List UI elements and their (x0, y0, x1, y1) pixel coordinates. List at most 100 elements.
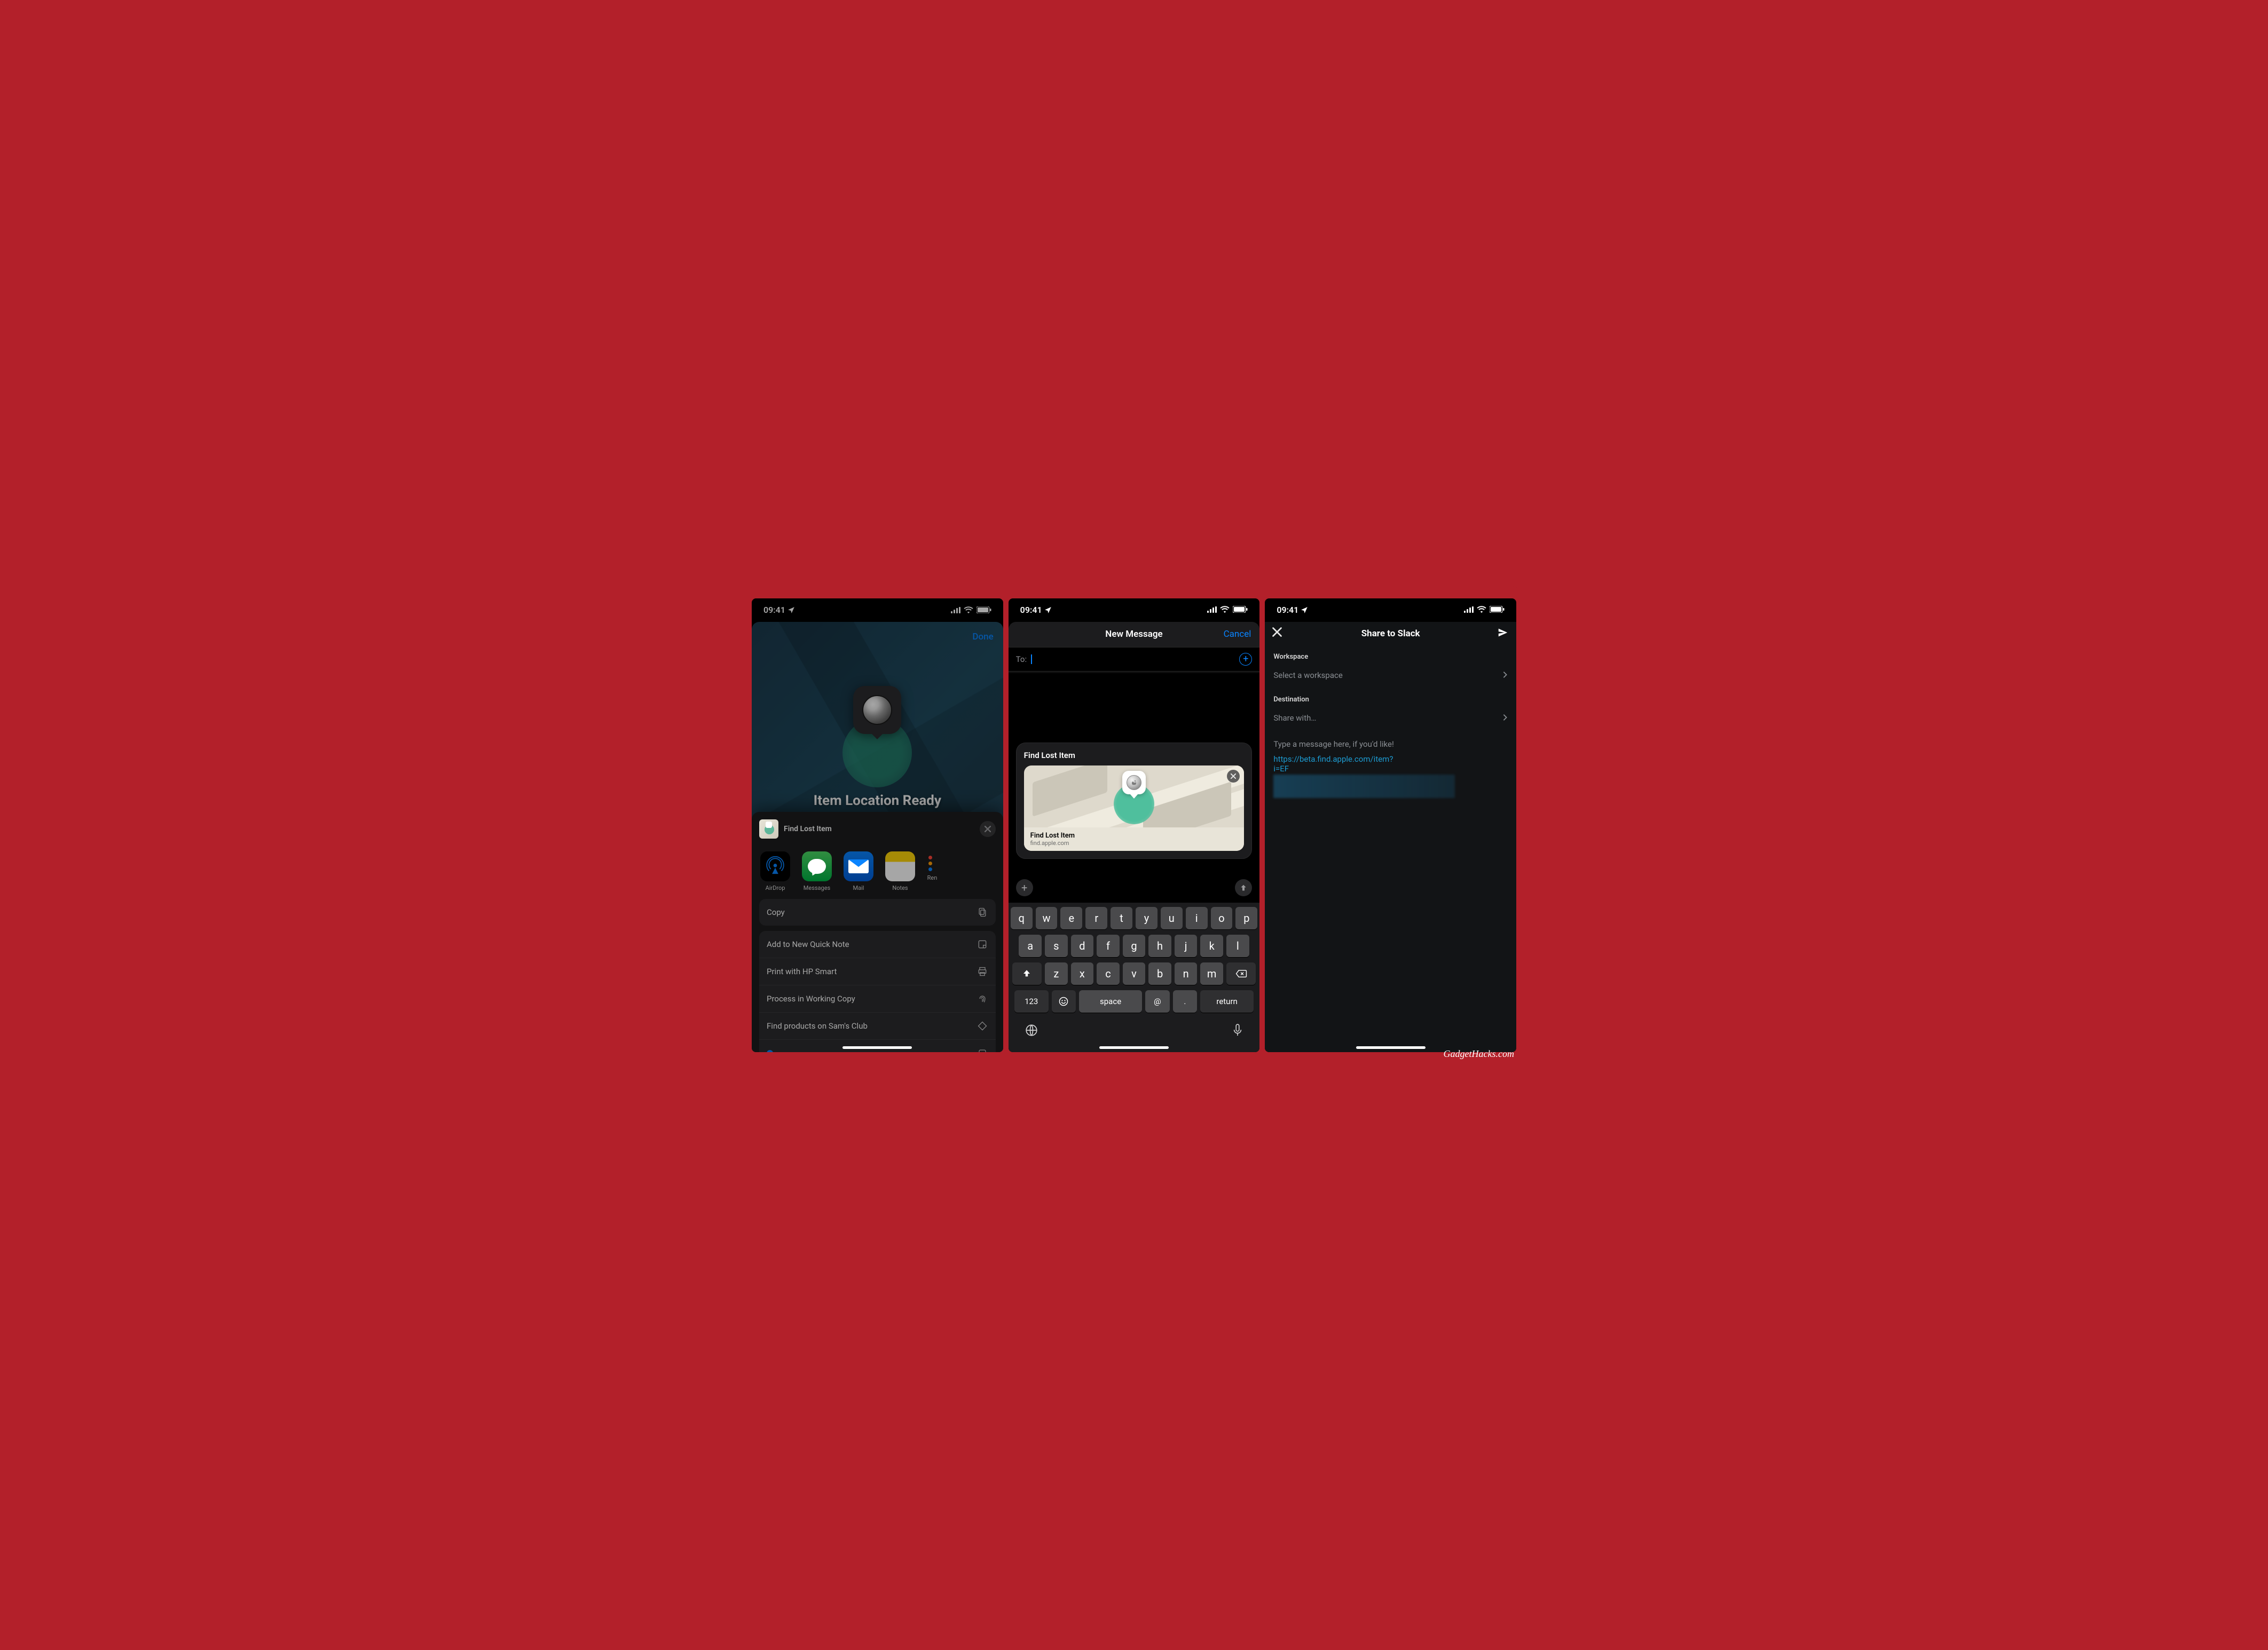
close-icon[interactable] (980, 821, 996, 837)
share-title: Find Lost Item (784, 825, 974, 833)
select-workspace-row[interactable]: Select a workspace (1265, 663, 1516, 688)
key-u[interactable]: u (1161, 907, 1183, 929)
message-placeholder: Type a message here, if you'd like! (1273, 739, 1508, 749)
page-title: Item Location Ready (752, 793, 1003, 809)
notes-icon (885, 851, 915, 881)
home-indicator[interactable] (1356, 1046, 1426, 1049)
key-w[interactable]: w (1036, 907, 1058, 929)
key-e[interactable]: e (1060, 907, 1082, 929)
cancel-button[interactable]: Cancel (1224, 629, 1251, 640)
text-cursor (1031, 654, 1032, 664)
at-key[interactable]: @ (1145, 990, 1169, 1013)
key-r[interactable]: r (1085, 907, 1107, 929)
phone-messages-compose: 09:41 New Message Cancel To: + Find (1009, 598, 1260, 1052)
key-g[interactable]: g (1123, 935, 1146, 957)
key-c[interactable]: c (1097, 962, 1120, 985)
print-action[interactable]: Print with HP Smart (759, 958, 996, 985)
airtag-pin (853, 686, 901, 734)
chevron-right-icon (1502, 713, 1508, 723)
key-n[interactable]: n (1175, 962, 1198, 985)
key-y[interactable]: y (1136, 907, 1157, 929)
emoji-key[interactable] (1052, 990, 1076, 1013)
mic-icon[interactable] (1232, 1023, 1243, 1039)
link-preview[interactable]: Find Lost Item find.apple.com (1024, 765, 1245, 851)
share-app-reminders[interactable]: Ren (926, 851, 939, 891)
airtag-icon (862, 695, 892, 725)
home-indicator[interactable] (842, 1046, 912, 1049)
share-sheet: Find Lost Item AirDrop Messages (752, 812, 1003, 1052)
share-actions: Copy Add to New Quick Note Print with HP… (752, 899, 1003, 1052)
share-app-mail[interactable]: Mail (842, 851, 875, 891)
add-contact-button[interactable]: + (1239, 653, 1252, 666)
mail-icon (844, 851, 873, 881)
backspace-key[interactable] (1226, 962, 1256, 985)
statusbar-time: 09:41 (763, 605, 785, 615)
reminders-icon (928, 851, 936, 871)
key-x[interactable]: x (1071, 962, 1094, 985)
quick-note-action[interactable]: Add to New Quick Note (759, 931, 996, 958)
new-message-sheet: New Message Cancel To: + Find Lost Item (1009, 622, 1260, 1052)
send-button[interactable] (1497, 627, 1509, 641)
key-l[interactable]: l (1226, 935, 1249, 957)
key-a[interactable]: a (1019, 935, 1042, 957)
keyboard[interactable]: qwertyuiop asdfghjkl zxcvbnm 123 (1009, 903, 1260, 1052)
frame: 09:41 Done Item Loc (739, 586, 1529, 1065)
share-app-airdrop[interactable]: AirDrop (759, 851, 791, 891)
battery-icon (1233, 605, 1248, 615)
key-h[interactable]: h (1148, 935, 1171, 957)
shift-key[interactable] (1012, 962, 1042, 985)
share-thumbnail (759, 819, 778, 839)
blue-dot-icon (767, 1050, 773, 1052)
key-d[interactable]: d (1071, 935, 1094, 957)
send-button[interactable] (1235, 879, 1252, 896)
to-field[interactable]: To: + (1009, 648, 1260, 672)
diamond-icon (976, 1020, 988, 1032)
card-title: Find Lost Item (1024, 751, 1245, 760)
share-app-notes[interactable]: Notes (884, 851, 916, 891)
nav-bar: New Message Cancel (1009, 622, 1260, 648)
home-indicator[interactable] (1099, 1046, 1169, 1049)
messages-icon (802, 851, 832, 881)
key-q[interactable]: q (1011, 907, 1033, 929)
key-o[interactable]: o (1211, 907, 1233, 929)
key-i[interactable]: i (1186, 907, 1208, 929)
space-key[interactable]: space (1079, 990, 1142, 1013)
key-t[interactable]: t (1111, 907, 1132, 929)
cellular-icon (1464, 605, 1474, 615)
key-z[interactable]: z (1045, 962, 1068, 985)
airdrop-icon (760, 851, 790, 881)
keyboard-row-3: zxcvbnm (1011, 962, 1258, 985)
message-area[interactable]: Type a message here, if you'd like! http… (1265, 731, 1516, 809)
shared-link: https://beta.find.apple.com/item? i=EF (1273, 754, 1508, 773)
copy-action[interactable]: Copy (759, 899, 996, 926)
location-icon (1044, 606, 1052, 614)
attach-button[interactable]: + (1016, 879, 1033, 896)
globe-icon[interactable] (1025, 1023, 1038, 1039)
remove-preview-button[interactable] (1227, 770, 1240, 783)
print-icon (976, 966, 988, 977)
share-apps-row[interactable]: AirDrop Messages Mail Notes Ren (752, 846, 1003, 899)
done-button[interactable]: Done (972, 631, 993, 642)
key-p[interactable]: p (1235, 907, 1257, 929)
working-copy-action[interactable]: Process in Working Copy (759, 985, 996, 1012)
key-b[interactable]: b (1148, 962, 1171, 985)
key-v[interactable]: v (1123, 962, 1146, 985)
phone-share-sheet: 09:41 Done Item Loc (752, 598, 1003, 1052)
close-button[interactable] (1272, 627, 1282, 640)
num-key[interactable]: 123 (1014, 990, 1049, 1013)
key-j[interactable]: j (1175, 935, 1198, 957)
more-action[interactable] (759, 1039, 996, 1052)
key-m[interactable]: m (1200, 962, 1223, 985)
sams-club-action[interactable]: Find products on Sam's Club (759, 1012, 996, 1039)
phone-slack-share: 09:41 Share to Slack Workspace Select (1265, 598, 1516, 1052)
share-app-messages[interactable]: Messages (801, 851, 833, 891)
destination-section-label: Destination (1265, 688, 1516, 706)
key-s[interactable]: s (1045, 935, 1068, 957)
brackets-icon (976, 1047, 988, 1052)
key-f[interactable]: f (1097, 935, 1120, 957)
dot-key[interactable]: . (1173, 990, 1197, 1013)
key-k[interactable]: k (1200, 935, 1223, 957)
watermark: GadgetHacks.com (1444, 1048, 1514, 1060)
share-with-row[interactable]: Share with… (1265, 706, 1516, 731)
return-key[interactable]: return (1200, 990, 1254, 1013)
